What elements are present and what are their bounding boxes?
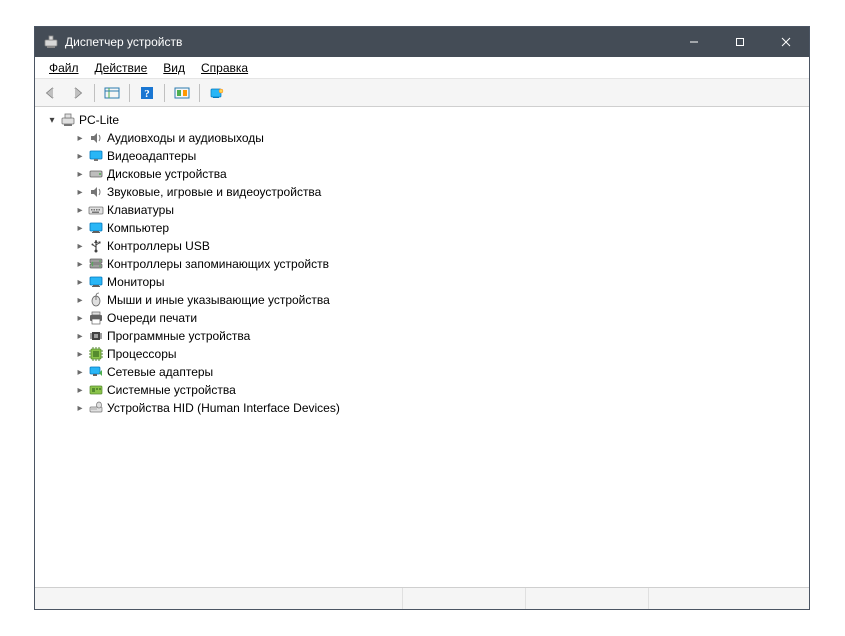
tree-item-label: Компьютер xyxy=(107,221,169,235)
minimize-button[interactable] xyxy=(671,27,717,57)
tree-item-label: Сетевые адаптеры xyxy=(107,365,213,379)
mouse-icon xyxy=(88,292,104,308)
toolbar-separator xyxy=(199,84,200,102)
display-icon xyxy=(88,148,104,164)
speaker-icon xyxy=(88,130,104,146)
tree-item-label: Мыши и иные указывающие устройства xyxy=(107,293,330,307)
tree-content[interactable]: PC-Lite Аудиовходы и аудиовыходы Видеоада… xyxy=(35,107,809,587)
toolbar-separator xyxy=(94,84,95,102)
menu-help[interactable]: Справка xyxy=(193,59,256,77)
tree-item[interactable]: Сетевые адаптеры xyxy=(73,363,809,381)
printer-icon xyxy=(88,310,104,326)
show-hide-console-button[interactable] xyxy=(100,82,124,104)
svg-text:?: ? xyxy=(144,88,150,100)
back-button[interactable] xyxy=(39,82,63,104)
caret-icon[interactable] xyxy=(73,383,87,397)
tree-item[interactable]: Контроллеры запоминающих устройств xyxy=(73,255,809,273)
caret-icon[interactable] xyxy=(73,149,87,163)
window-title: Диспетчер устройств xyxy=(65,35,182,49)
monitor-icon xyxy=(88,220,104,236)
toolbar: ? xyxy=(35,79,809,107)
help-button[interactable]: ? xyxy=(135,82,159,104)
tree-item-label: Очереди печати xyxy=(107,311,197,325)
toolbar-separator xyxy=(164,84,165,102)
tree-item[interactable]: Дисковые устройства xyxy=(73,165,809,183)
computer-icon xyxy=(60,112,76,128)
tree-item-label: Аудиовходы и аудиовыходы xyxy=(107,131,264,145)
speaker-icon xyxy=(88,184,104,200)
tree-item-label: Мониторы xyxy=(107,275,164,289)
tree-item[interactable]: Мыши и иные указывающие устройства xyxy=(73,291,809,309)
disk-icon xyxy=(88,166,104,182)
tree-item[interactable]: Системные устройства xyxy=(73,381,809,399)
close-button[interactable] xyxy=(763,27,809,57)
menubar: Файл Действие Вид Справка xyxy=(35,57,809,79)
tree-item-label: Видеоадаптеры xyxy=(107,149,196,163)
caret-icon[interactable] xyxy=(73,257,87,271)
caret-icon[interactable] xyxy=(73,293,87,307)
statusbar xyxy=(35,587,809,609)
tree-item[interactable]: Устройства HID (Human Interface Devices) xyxy=(73,399,809,417)
caret-icon[interactable] xyxy=(73,167,87,181)
tree-root-node[interactable]: PC-Lite xyxy=(45,111,809,129)
tree-item[interactable]: Компьютер xyxy=(73,219,809,237)
tree-item[interactable]: Процессоры xyxy=(73,345,809,363)
tree-item-label: Программные устройства xyxy=(107,329,250,343)
caret-icon[interactable] xyxy=(73,203,87,217)
titlebar: Диспетчер устройств xyxy=(35,27,809,57)
cpu-icon xyxy=(88,346,104,362)
tree-root-label: PC-Lite xyxy=(79,113,119,127)
scan-hardware-button[interactable] xyxy=(170,82,194,104)
tree-item[interactable]: Контроллеры USB xyxy=(73,237,809,255)
maximize-button[interactable] xyxy=(717,27,763,57)
monitor-icon xyxy=(88,274,104,290)
caret-icon[interactable] xyxy=(73,185,87,199)
tree-item-label: Контроллеры USB xyxy=(107,239,210,253)
hid-icon xyxy=(88,400,104,416)
chip-icon xyxy=(88,328,104,344)
tree-item-label: Контроллеры запоминающих устройств xyxy=(107,257,329,271)
caret-icon[interactable] xyxy=(73,131,87,145)
tree-item[interactable]: Мониторы xyxy=(73,273,809,291)
tree-item[interactable]: Программные устройства xyxy=(73,327,809,345)
caret-icon[interactable] xyxy=(73,347,87,361)
app-icon xyxy=(43,34,59,50)
forward-button[interactable] xyxy=(65,82,89,104)
usb-icon xyxy=(88,238,104,254)
properties-button[interactable] xyxy=(205,82,229,104)
caret-icon[interactable] xyxy=(73,239,87,253)
storage-icon xyxy=(88,256,104,272)
menu-view[interactable]: Вид xyxy=(155,59,193,77)
caret-icon[interactable] xyxy=(73,311,87,325)
tree-item[interactable]: Звуковые, игровые и видеоустройства xyxy=(73,183,809,201)
tree-item-label: Процессоры xyxy=(107,347,177,361)
device-manager-window: Диспетчер устройств Файл Действие Вид Сп… xyxy=(34,26,810,610)
keyboard-icon xyxy=(88,202,104,218)
caret-icon[interactable] xyxy=(73,329,87,343)
caret-icon[interactable] xyxy=(73,365,87,379)
tree-item-label: Системные устройства xyxy=(107,383,236,397)
tree-item-label: Устройства HID (Human Interface Devices) xyxy=(107,401,340,415)
system-icon xyxy=(88,382,104,398)
tree-item[interactable]: Аудиовходы и аудиовыходы xyxy=(73,129,809,147)
tree-item[interactable]: Клавиатуры xyxy=(73,201,809,219)
menu-file[interactable]: Файл xyxy=(41,59,87,77)
toolbar-separator xyxy=(129,84,130,102)
tree-item[interactable]: Очереди печати xyxy=(73,309,809,327)
caret-icon[interactable] xyxy=(73,275,87,289)
network-icon xyxy=(88,364,104,380)
caret-icon[interactable] xyxy=(73,221,87,235)
tree-item-label: Звуковые, игровые и видеоустройства xyxy=(107,185,321,199)
caret-icon[interactable] xyxy=(45,113,59,127)
tree-item-label: Клавиатуры xyxy=(107,203,174,217)
caret-icon[interactable] xyxy=(73,401,87,415)
tree-item-label: Дисковые устройства xyxy=(107,167,227,181)
menu-action[interactable]: Действие xyxy=(87,59,156,77)
tree-item[interactable]: Видеоадаптеры xyxy=(73,147,809,165)
